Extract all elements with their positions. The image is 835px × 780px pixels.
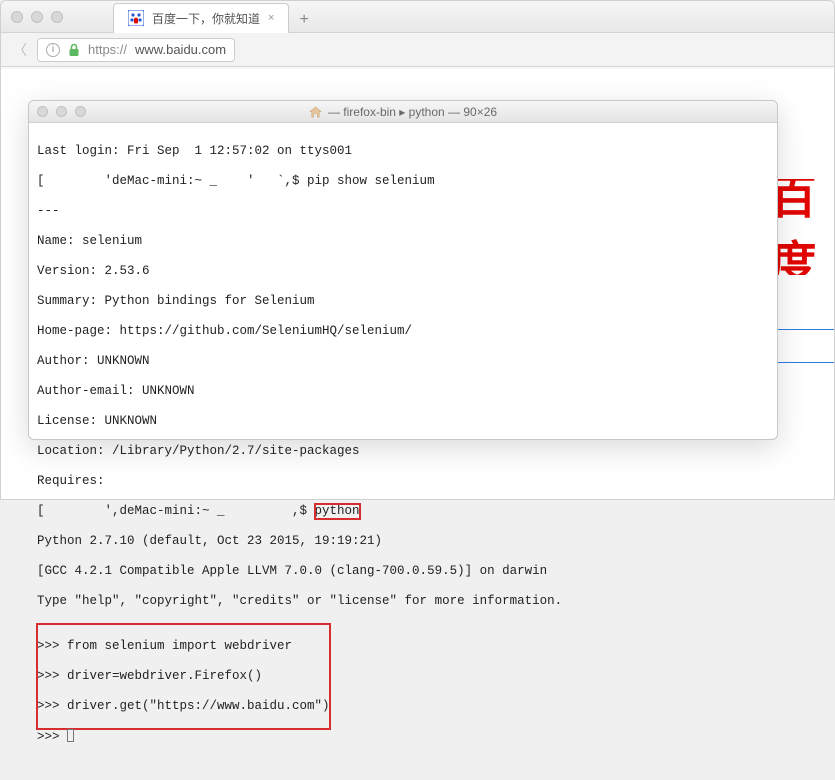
tab-close-icon[interactable]: × (268, 12, 274, 24)
terminal-line: Last login: Fri Sep 1 12:57:02 on ttys00… (37, 144, 769, 159)
browser-address-bar: 〈 i https:// www.baidu.com (1, 33, 834, 67)
url-host: www.baidu.com (135, 42, 226, 57)
terminal-line: Summary: Python bindings for Selenium (37, 294, 769, 309)
minimize-light[interactable] (31, 11, 43, 23)
lock-icon (68, 43, 80, 57)
terminal-title: — firefox-bin ▸ python — 90×26 (29, 105, 777, 119)
terminal-zoom-light[interactable] (75, 106, 86, 117)
baidu-search-input-partial[interactable] (774, 329, 834, 363)
terminal-line: [GCC 4.2.1 Compatible Apple LLVM 7.0.0 (… (37, 564, 769, 579)
terminal-body[interactable]: Last login: Fri Sep 1 12:57:02 on ttys00… (29, 123, 777, 780)
baidu-favicon-icon (128, 10, 144, 26)
terminal-traffic-lights (37, 106, 86, 117)
terminal-line: Requires: (37, 474, 769, 489)
browser-titlebar: 百度一下，你就知道 × + (1, 1, 834, 33)
browser-traffic-lights (11, 11, 63, 23)
terminal-line: Location: /Library/Python/2.7/site-packa… (37, 444, 769, 459)
terminal-line: Type "help", "copyright", "credits" or "… (37, 594, 769, 609)
close-light[interactable] (11, 11, 23, 23)
terminal-line: [ ',deMac-mini:~ _ ,$ python (37, 504, 769, 519)
terminal-line: Author-email: UNKNOWN (37, 384, 769, 399)
page-info-icon[interactable]: i (46, 43, 60, 57)
browser-tab-title: 百度一下，你就知道 (152, 10, 260, 27)
terminal-line: --- (37, 204, 769, 219)
highlight-selenium-script: >>> from selenium import webdriver >>> d… (37, 624, 330, 729)
back-button[interactable]: 〈 (13, 40, 27, 60)
new-tab-button[interactable]: + (289, 7, 318, 33)
terminal-line: >>> driver.get("https://www.baidu.com") (37, 699, 330, 714)
url-scheme: https:// (88, 42, 127, 57)
highlight-python-cmd: python (315, 504, 360, 519)
terminal-line: Python 2.7.10 (default, Oct 23 2015, 19:… (37, 534, 769, 549)
terminal-line: Home-page: https://github.com/SeleniumHQ… (37, 324, 769, 339)
terminal-window: — firefox-bin ▸ python — 90×26 Last logi… (28, 100, 778, 440)
terminal-line: >>> from selenium import webdriver (37, 639, 330, 654)
terminal-line: License: UNKNOWN (37, 414, 769, 429)
terminal-line: Author: UNKNOWN (37, 354, 769, 369)
terminal-cursor (67, 729, 74, 742)
terminal-titlebar: — firefox-bin ▸ python — 90×26 (29, 101, 777, 123)
terminal-line: Name: selenium (37, 234, 769, 249)
terminal-close-light[interactable] (37, 106, 48, 117)
baidu-logo-text: 百度 (770, 179, 834, 275)
terminal-title-text: — firefox-bin ▸ python — 90×26 (328, 105, 497, 119)
terminal-prompt: >>> (37, 729, 769, 745)
home-icon (309, 106, 322, 118)
zoom-light[interactable] (51, 11, 63, 23)
terminal-line: >>> driver=webdriver.Firefox() (37, 669, 330, 684)
browser-tab-active[interactable]: 百度一下，你就知道 × (113, 3, 289, 33)
terminal-line: [ 'deMac-mini:~ _ ' `,$ pip show seleniu… (37, 174, 769, 189)
browser-tabs: 百度一下，你就知道 × + (113, 1, 319, 33)
url-field[interactable]: i https:// www.baidu.com (37, 38, 235, 62)
terminal-line: Version: 2.53.6 (37, 264, 769, 279)
terminal-minimize-light[interactable] (56, 106, 67, 117)
